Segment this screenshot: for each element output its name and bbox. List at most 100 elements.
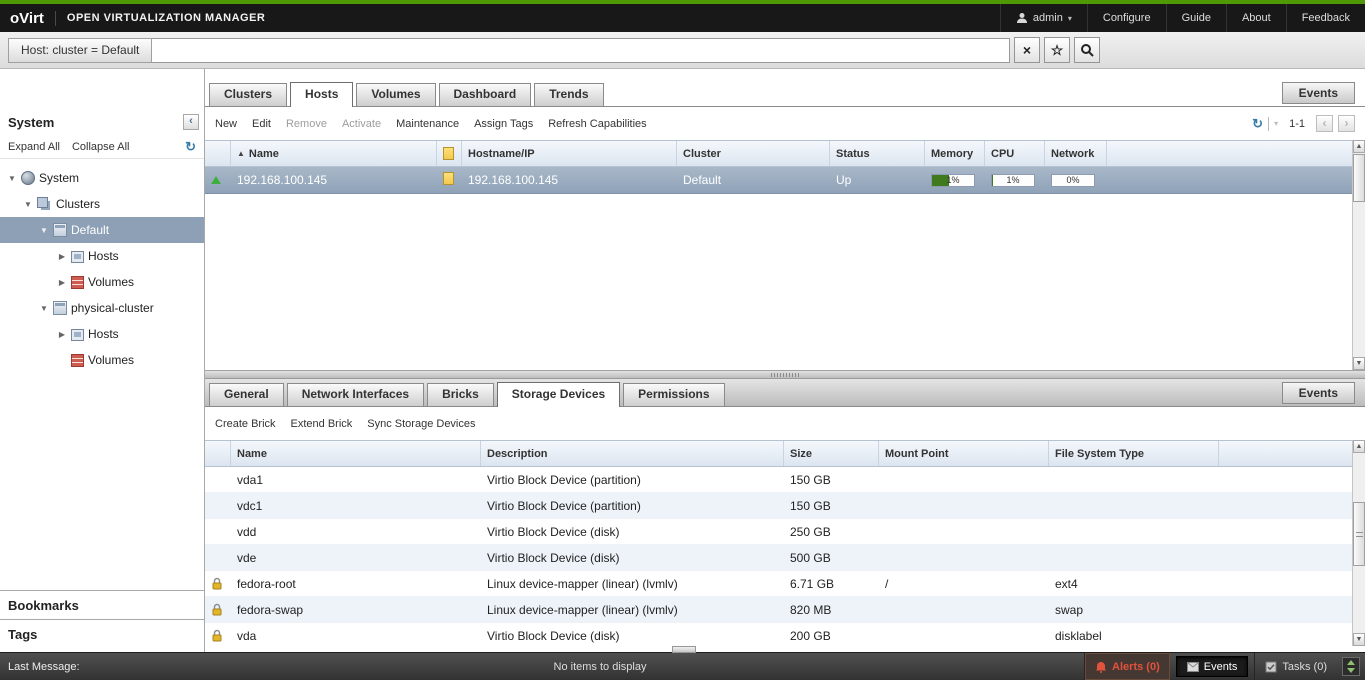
storage-scrollbar[interactable]: ▲ ▼ [1352,440,1365,646]
col-name[interactable]: Name [231,441,481,466]
create-brick-button[interactable]: Create Brick [215,418,276,430]
expander-icon[interactable]: ▼ [22,200,34,209]
user-menu[interactable]: admin ▾ [1000,4,1087,32]
assign-tags-button[interactable]: Assign Tags [474,118,533,130]
tab-hosts[interactable]: Hosts [290,82,353,107]
refresh-capabilities-button[interactable]: Refresh Capabilities [548,118,646,130]
tree-item-hosts-2[interactable]: ▶ Hosts [0,321,204,347]
main-events-button[interactable]: Events [1282,82,1355,104]
events-indicator[interactable]: Events [1176,656,1249,677]
alerts-indicator[interactable]: Alerts (0) [1084,653,1170,680]
search-scope-dropdown[interactable]: Host: cluster = Default [8,38,152,63]
col-description[interactable]: Description [481,441,784,466]
maintenance-button[interactable]: Maintenance [396,118,459,130]
col-size[interactable]: Size [784,441,879,466]
tree-item-system[interactable]: ▼ System [0,165,204,191]
search-button[interactable] [1074,37,1100,63]
tree-item-physical-cluster[interactable]: ▼ physical-cluster [0,295,204,321]
tree-item-default[interactable]: ▼ Default [0,217,204,243]
scrollbar-thumb[interactable] [1353,154,1365,202]
cluster-icon [53,301,67,315]
tab-general[interactable]: General [209,383,284,406]
expander-icon[interactable]: ▶ [56,330,68,339]
col-memory[interactable]: Memory [925,141,985,166]
expander-icon[interactable]: ▶ [56,252,68,261]
scroll-down-icon[interactable]: ▼ [1353,633,1365,646]
scroll-down-icon[interactable]: ▼ [1353,357,1365,370]
tree-item-volumes-2[interactable]: Volumes [0,347,204,373]
storage-row[interactable]: vde Virtio Block Device (disk) 500 GB [205,545,1352,571]
col-file-system-type[interactable]: File System Type [1049,441,1219,466]
edit-button[interactable]: Edit [252,118,271,130]
search-input[interactable] [152,38,1010,63]
col-name-label: Name [249,148,279,160]
tab-trends[interactable]: Trends [534,83,603,106]
expander-icon[interactable]: ▼ [6,174,18,183]
tab-volumes[interactable]: Volumes [356,83,435,106]
storage-row[interactable]: vda1 Virtio Block Device (partition) 150… [205,467,1352,493]
nav-configure[interactable]: Configure [1087,4,1166,32]
footer-panel-grip[interactable] [672,646,696,653]
sync-storage-devices-button[interactable]: Sync Storage Devices [367,418,475,430]
tags-panel-header[interactable]: Tags [0,619,204,648]
prev-page-button[interactable]: ‹ [1316,115,1333,132]
col-cluster[interactable]: Cluster [677,141,830,166]
bookmarks-panel-header[interactable]: Bookmarks [0,590,204,619]
tree-item-volumes[interactable]: ▶ Volumes [0,269,204,295]
bookmark-search-button[interactable]: ☆ [1044,37,1070,63]
col-name[interactable]: ▲ Name [231,141,437,166]
storage-size-cell: 500 GB [784,551,879,565]
hosts-scrollbar[interactable]: ▲ ▼ [1352,140,1365,370]
footer-expand-button[interactable] [1342,657,1360,676]
col-status[interactable]: Status [830,141,925,166]
col-note[interactable] [437,141,462,166]
host-cluster-cell: Default [677,173,830,187]
storage-row[interactable]: vda Virtio Block Device (disk) 200 GB di… [205,623,1352,646]
activate-button[interactable]: Activate [342,118,381,130]
nav-about[interactable]: About [1226,4,1286,32]
tab-dashboard[interactable]: Dashboard [439,83,532,106]
tab-clusters[interactable]: Clusters [209,83,287,106]
tab-network-interfaces[interactable]: Network Interfaces [287,383,424,406]
col-cpu[interactable]: CPU [985,141,1045,166]
expander-icon[interactable]: ▼ [38,304,50,313]
extend-brick-button[interactable]: Extend Brick [291,418,353,430]
refresh-rate-dropdown-icon[interactable]: ▾ [1274,119,1278,128]
storage-description-cell: Virtio Block Device (disk) [481,525,784,539]
nav-guide[interactable]: Guide [1166,4,1226,32]
nav-feedback[interactable]: Feedback [1286,4,1365,32]
pane-splitter[interactable] [205,370,1365,378]
sidebar-collapse-button[interactable]: ‹ [183,114,199,130]
scroll-up-icon[interactable]: ▲ [1353,140,1365,153]
collapse-all-link[interactable]: Collapse All [72,141,129,153]
next-page-button[interactable]: › [1338,115,1355,132]
tasks-indicator[interactable]: Tasks (0) [1254,653,1337,680]
network-usage-bar: 0% [1051,174,1095,187]
tree-refresh-icon[interactable]: ↻ [185,139,196,155]
grid-refresh-icon[interactable]: ↻ [1252,116,1263,132]
storage-row[interactable]: vdc1 Virtio Block Device (partition) 150… [205,493,1352,519]
host-row[interactable]: 192.168.100.145 192.168.100.145 Default … [205,167,1352,194]
col-hostname[interactable]: Hostname/IP [462,141,677,166]
remove-button[interactable]: Remove [286,118,327,130]
expand-all-link[interactable]: Expand All [8,141,60,153]
tree-item-hosts[interactable]: ▶ Hosts [0,243,204,269]
splitter-grip[interactable] [771,373,799,377]
scrollbar-thumb[interactable] [1353,502,1365,566]
storage-row[interactable]: fedora-root Linux device-mapper (linear)… [205,571,1352,597]
scroll-up-icon[interactable]: ▲ [1353,440,1365,453]
storage-row[interactable]: vdd Virtio Block Device (disk) 250 GB [205,519,1352,545]
col-network[interactable]: Network [1045,141,1107,166]
tab-permissions[interactable]: Permissions [623,383,724,406]
clear-search-button[interactable]: × [1014,37,1040,63]
expander-icon[interactable]: ▶ [56,278,68,287]
col-mount-point[interactable]: Mount Point [879,441,1049,466]
tab-storage-devices[interactable]: Storage Devices [497,382,620,407]
tab-bricks[interactable]: Bricks [427,383,494,406]
tree-item-clusters[interactable]: ▼ Clusters [0,191,204,217]
storage-row[interactable]: fedora-swap Linux device-mapper (linear)… [205,597,1352,623]
expander-icon[interactable]: ▼ [38,226,50,235]
detail-events-button[interactable]: Events [1282,382,1355,404]
storage-fs-cell: disklabel [1049,629,1219,643]
new-button[interactable]: New [215,118,237,130]
